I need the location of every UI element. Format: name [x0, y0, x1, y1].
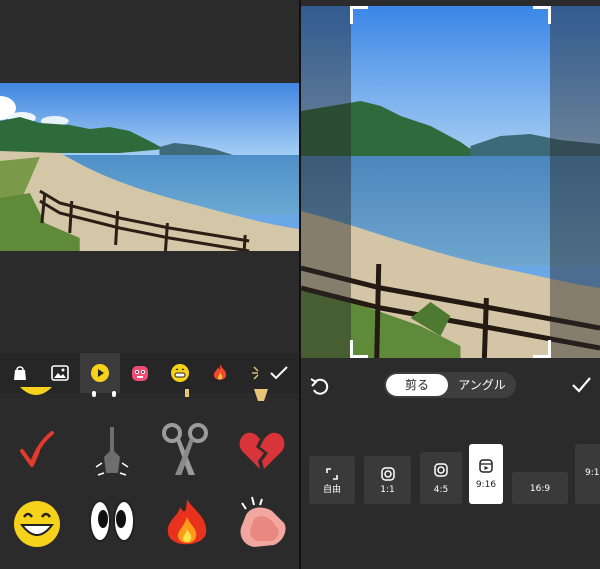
instagram-icon — [380, 467, 395, 481]
ratio-1-1-button[interactable]: 1:1 — [364, 456, 411, 504]
ratio-9-16-alt-button[interactable]: 9:16 — [575, 444, 600, 504]
partial-eyes-sticker[interactable] — [86, 391, 126, 401]
crop-photo[interactable] — [301, 6, 600, 358]
image-icon — [51, 365, 69, 381]
ratio-16-9-button[interactable]: 16:9 — [512, 472, 568, 504]
ratio-label: 4:5 — [433, 485, 449, 495]
ratio-label: 9:16 — [475, 480, 497, 490]
partial-emoji-sticker[interactable] — [18, 387, 54, 399]
monster-face-icon — [132, 366, 148, 381]
rotate-icon[interactable] — [309, 376, 331, 398]
crop-mask-right — [550, 6, 600, 358]
ratio-9-16-button[interactable]: 9:16 — [469, 444, 503, 504]
tab-monster[interactable] — [120, 353, 160, 393]
broken-heart-sticker[interactable] — [238, 431, 286, 471]
ratio-label: 16:9 — [529, 484, 551, 494]
ratio-label: 9:16 — [585, 468, 600, 478]
tab-grin[interactable] — [160, 353, 200, 393]
grin-emoji-icon — [171, 364, 189, 382]
grin-sticker[interactable] — [12, 499, 62, 549]
check-icon — [270, 366, 288, 380]
check-icon — [572, 377, 591, 393]
fire-sticker[interactable] — [164, 497, 210, 551]
red-arrow-sticker[interactable] — [18, 429, 56, 469]
expand-icon — [326, 468, 338, 480]
confirm-sticker-button[interactable] — [259, 353, 299, 393]
ratio-4-5-button[interactable]: 4:5 — [420, 452, 462, 504]
flame-icon — [213, 364, 227, 380]
crop-mask-left — [301, 6, 351, 358]
tab-flame[interactable] — [200, 353, 240, 393]
bag-icon — [14, 366, 26, 380]
sticker-grid — [0, 387, 299, 569]
crop-handle-top-left[interactable] — [350, 6, 368, 24]
crop-handle-bottom-right[interactable] — [533, 340, 551, 358]
instagram-icon — [434, 463, 448, 477]
crop-editor-panel: 剪る アングル 自由 1:1 4:5 9:16 16:9 9:1 — [301, 0, 600, 569]
partial-fork-sticker[interactable] — [182, 389, 192, 399]
crop-handle-bottom-left[interactable] — [350, 340, 368, 358]
sticker-editor-panel — [0, 0, 299, 569]
partial-bell-sticker[interactable] — [252, 389, 270, 403]
ratio-label: 自由 — [322, 485, 341, 495]
tab-crop[interactable]: 剪る — [386, 374, 448, 396]
scissors-sticker[interactable] — [160, 423, 210, 475]
crop-handle-top-right[interactable] — [533, 6, 551, 24]
beach-photo[interactable] — [0, 83, 299, 251]
ratio-free-button[interactable]: 自由 — [309, 456, 355, 504]
broken-fork-sticker[interactable] — [92, 423, 132, 479]
ratio-label: 1:1 — [380, 485, 395, 495]
confirm-crop-button[interactable] — [570, 374, 592, 396]
play-icon — [91, 364, 109, 382]
eyes-sticker[interactable] — [88, 499, 136, 545]
clapping-hand-sticker[interactable] — [232, 493, 290, 551]
tab-play[interactable] — [80, 353, 120, 393]
crop-mode-toggle: 剪る アングル — [384, 372, 516, 398]
reels-icon — [479, 459, 493, 473]
tab-angle[interactable]: アングル — [450, 374, 514, 396]
